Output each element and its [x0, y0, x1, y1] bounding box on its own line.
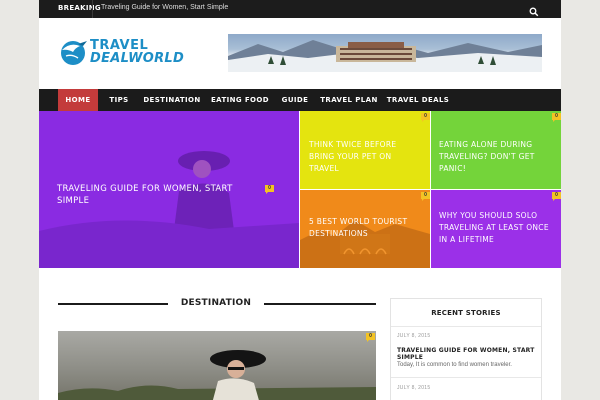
comment-count-badge: 0	[421, 113, 430, 122]
divider	[391, 377, 541, 378]
divider	[391, 326, 541, 327]
search-icon[interactable]	[529, 4, 539, 17]
story-title-link[interactable]: TRAVELING GUIDE FOR WOMEN, START SIMPLE	[397, 347, 541, 361]
featured-tile-title: EATING ALONE DURING TRAVELING? DON'T GET…	[439, 140, 535, 173]
header-banner-image[interactable]	[228, 34, 542, 72]
nav-item-tips[interactable]: TIPS	[103, 89, 135, 111]
breaking-news-bar: BREAKING Traveling Guide for Women, Star…	[39, 0, 561, 18]
comment-count-badge: 0	[552, 113, 561, 122]
recent-stories-widget: RECENT STORIES JULY 8, 2015 TRAVELING GU…	[390, 298, 542, 400]
nav-item-guide[interactable]: GUIDE	[277, 89, 313, 111]
bird-globe-icon	[58, 36, 90, 73]
featured-tile-pet-travel[interactable]: THINK TWICE BEFORE BRING YOUR PET ON TRA…	[300, 111, 430, 189]
section-rule-left	[58, 303, 168, 305]
featured-tile-eating-alone[interactable]: EATING ALONE DURING TRAVELING? DON'T GET…	[431, 111, 561, 189]
breaking-label: BREAKING	[58, 4, 101, 12]
nav-item-home[interactable]: HOME	[58, 89, 98, 111]
breaking-divider	[92, 0, 93, 18]
featured-main-tile[interactable]: TRAVELING GUIDE FOR WOMEN, START SIMPLE …	[39, 111, 299, 268]
comment-count-badge: 0	[552, 192, 561, 201]
featured-main-title: TRAVELING GUIDE FOR WOMEN, START SIMPLE	[57, 184, 233, 206]
breaking-headline-link[interactable]: Traveling Guide for Women, Start Simple	[101, 4, 228, 11]
featured-tile-title: WHY YOU SHOULD SOLO TRAVELING AT LEAST O…	[439, 211, 549, 244]
comment-count-badge: 0	[366, 333, 375, 342]
comment-count-badge: 0	[265, 185, 274, 194]
main-navigation: HOME TIPS DESTINATION EATING FOOD GUIDE …	[39, 89, 561, 111]
nav-item-travel-deals[interactable]: TRAVEL DEALS	[385, 89, 451, 111]
nav-item-travel-plan[interactable]: TRAVEL PLAN	[319, 89, 379, 111]
story-date: JULY 8, 2015	[397, 385, 431, 391]
logo-text-dealworld: DEALWORLD	[90, 51, 185, 66]
featured-tile-title: THINK TWICE BEFORE BRING YOUR PET ON TRA…	[309, 140, 397, 173]
featured-tile-title: 5 BEST WORLD TOURIST DESTINATIONS	[309, 217, 408, 238]
page: BREAKING Traveling Guide for Women, Star…	[39, 0, 561, 400]
nav-item-eating-food[interactable]: EATING FOOD	[209, 89, 271, 111]
destination-article-image[interactable]: 0	[58, 331, 376, 400]
story-date: JULY 8, 2015	[397, 333, 431, 339]
featured-tile-solo-traveling[interactable]: WHY YOU SHOULD SOLO TRAVELING AT LEAST O…	[431, 190, 561, 268]
site-logo[interactable]: TRAVEL DEALWORLD	[58, 34, 208, 70]
comment-count-badge: 0	[421, 192, 430, 201]
recent-stories-heading: RECENT STORIES	[431, 309, 501, 317]
section-title-destination: DESTINATION	[180, 298, 252, 308]
featured-tile-tourist-destinations[interactable]: 5 BEST WORLD TOURIST DESTINATIONS 0	[300, 190, 430, 268]
nav-item-destination[interactable]: DESTINATION	[141, 89, 203, 111]
section-rule-right	[264, 303, 376, 305]
story-excerpt: Today, It is common to find women travel…	[397, 362, 512, 368]
